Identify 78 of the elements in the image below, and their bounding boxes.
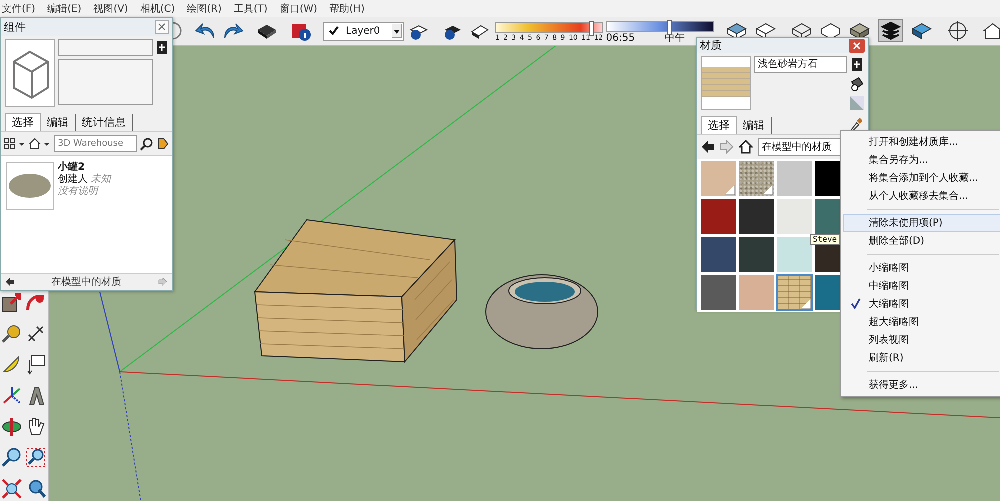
menu-item[interactable]: 相机(C) bbox=[140, 2, 176, 16]
tape-measure-icon[interactable] bbox=[1, 323, 23, 345]
menu-item[interactable]: 绘图(R) bbox=[187, 2, 222, 16]
tab[interactable]: 编辑 bbox=[737, 116, 772, 134]
material-name-field[interactable]: 浅色砂岩方石 bbox=[754, 56, 847, 73]
close-icon[interactable] bbox=[849, 38, 865, 52]
menu-item[interactable]: 刷新(R) bbox=[843, 349, 1000, 367]
close-icon[interactable] bbox=[155, 20, 169, 34]
zoom-window-icon[interactable] bbox=[25, 447, 47, 469]
creator-label: 创建人 bbox=[58, 174, 88, 185]
menu-item[interactable]: 工具(T) bbox=[234, 2, 268, 16]
menu-item[interactable]: 视图(V) bbox=[94, 2, 128, 16]
tab[interactable]: 统计信息 bbox=[76, 114, 133, 131]
component-description: 没有说明 bbox=[58, 186, 100, 198]
slider-thumb[interactable] bbox=[666, 20, 672, 34]
material-swatch[interactable] bbox=[701, 199, 736, 234]
search-field[interactable]: 3D Warehouse bbox=[54, 135, 137, 152]
tab[interactable]: 选择 bbox=[701, 116, 737, 134]
push-pull-icon[interactable] bbox=[1, 292, 23, 314]
bowl-thumbnail[interactable] bbox=[6, 162, 54, 210]
tooltip: Steve bbox=[810, 234, 840, 245]
home-icon[interactable] bbox=[739, 140, 753, 154]
material-swatch[interactable] bbox=[777, 275, 812, 310]
menu-item[interactable]: 获得更多... bbox=[843, 376, 1000, 394]
material-swatch[interactable] bbox=[701, 161, 736, 196]
menu-item[interactable]: 将集合添加到个人收藏... bbox=[843, 169, 1000, 187]
material-swatch[interactable] bbox=[739, 275, 774, 310]
creator-value: 未知 bbox=[91, 174, 112, 185]
caret-icon bbox=[392, 24, 402, 38]
details-arrow-icon[interactable] bbox=[157, 136, 169, 150]
tab[interactable]: 编辑 bbox=[41, 114, 76, 131]
material-swatch[interactable] bbox=[701, 237, 736, 272]
slider-thumb[interactable] bbox=[588, 20, 594, 36]
menu-item[interactable]: 删除全部(D) bbox=[843, 232, 1000, 250]
tab[interactable]: 选择 bbox=[5, 113, 41, 131]
menu-item[interactable]: 窗口(W) bbox=[280, 2, 318, 16]
material-swatch[interactable] bbox=[777, 161, 812, 196]
name-field[interactable] bbox=[58, 39, 153, 56]
component-name: 小罐2 bbox=[58, 162, 86, 174]
home-icon[interactable] bbox=[29, 136, 51, 150]
material-swatch[interactable] bbox=[739, 161, 774, 196]
description-field[interactable] bbox=[58, 59, 153, 105]
orbit-icon[interactable] bbox=[1, 416, 23, 438]
in-use-corner-icon bbox=[763, 185, 773, 195]
menu-item[interactable]: 文件(F) bbox=[2, 2, 36, 16]
panel-title: 组件 bbox=[4, 20, 26, 34]
in-use-corner-icon bbox=[725, 185, 735, 195]
back-arrow-icon[interactable] bbox=[5, 277, 15, 287]
menu-item[interactable]: 编辑(E) bbox=[48, 2, 82, 16]
collection-label: 在模型中的材质 bbox=[52, 276, 122, 289]
search-icon[interactable] bbox=[140, 136, 154, 150]
material-swatch[interactable] bbox=[739, 237, 774, 272]
material-swatch[interactable] bbox=[701, 275, 736, 310]
cube-wireframe-icon bbox=[5, 39, 55, 107]
create-material-icon[interactable] bbox=[851, 56, 863, 72]
material-preview bbox=[701, 56, 751, 110]
menu-item[interactable]: 小缩略图 bbox=[843, 259, 1000, 277]
material-swatch[interactable] bbox=[777, 237, 812, 272]
text-label-icon[interactable] bbox=[25, 354, 47, 376]
menu-item[interactable]: 帮助(H) bbox=[330, 2, 365, 16]
menu-item[interactable]: 大缩略图 bbox=[843, 295, 1000, 313]
zoom-icon[interactable] bbox=[1, 447, 23, 469]
back-arrow-icon[interactable] bbox=[701, 140, 715, 154]
menu-item[interactable]: 清除未使用项(P) bbox=[843, 214, 1000, 232]
time-label: 06:55 bbox=[606, 32, 636, 44]
material-swatch[interactable] bbox=[739, 199, 774, 234]
layer-dropdown[interactable]: Layer0 bbox=[323, 22, 404, 40]
material-swatch[interactable] bbox=[777, 199, 812, 234]
zoom-extents-icon[interactable] bbox=[1, 478, 23, 500]
menu-item[interactable]: 列表视图 bbox=[843, 331, 1000, 349]
menu-item[interactable]: 超大缩略图 bbox=[843, 313, 1000, 331]
menu-item[interactable]: 中缩略图 bbox=[843, 277, 1000, 295]
details-icon[interactable] bbox=[156, 39, 168, 55]
paint-bucket-icon[interactable] bbox=[850, 76, 864, 92]
in-use-corner-icon bbox=[801, 299, 811, 309]
panel-title: 材质 bbox=[700, 38, 722, 53]
view-options-icon[interactable] bbox=[4, 136, 26, 150]
menu-item[interactable]: 从个人收藏移去集合... bbox=[843, 187, 1000, 205]
